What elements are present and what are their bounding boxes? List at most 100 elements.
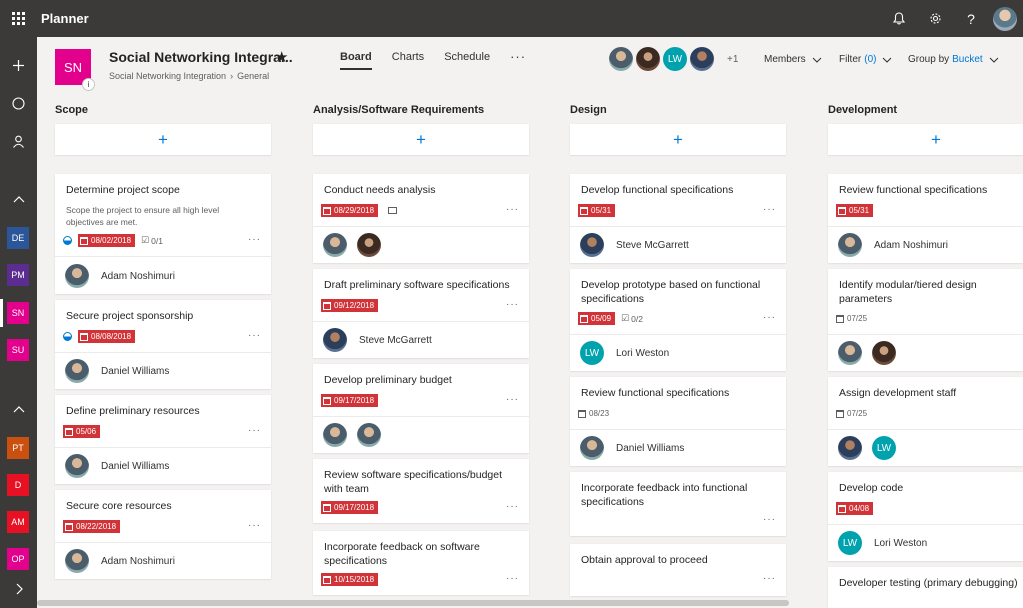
horizontal-scrollbar[interactable] bbox=[37, 600, 789, 606]
avatar[interactable] bbox=[580, 436, 604, 460]
task-card[interactable]: Review functional specifications 05/31 A… bbox=[828, 174, 1023, 263]
more-icon[interactable]: ··· bbox=[510, 49, 526, 70]
tab-charts[interactable]: Charts bbox=[392, 51, 424, 70]
task-card[interactable]: Secure project sponsorship 08/08/2018 ··… bbox=[55, 300, 271, 389]
more-icon[interactable]: ··· bbox=[506, 204, 519, 215]
task-card[interactable]: Identify modular/tiered design parameter… bbox=[828, 269, 1023, 371]
chevron-up-icon[interactable] bbox=[0, 185, 37, 213]
more-icon[interactable]: ··· bbox=[763, 204, 776, 215]
bell-icon[interactable] bbox=[881, 0, 917, 37]
task-card[interactable]: Draft preliminary software specification… bbox=[313, 269, 529, 358]
more-icon[interactable]: ··· bbox=[248, 234, 261, 245]
app-launcher-icon[interactable] bbox=[0, 0, 37, 37]
rail-plan-am[interactable]: AM bbox=[7, 511, 29, 533]
task-card[interactable]: Incorporate feedback on software specifi… bbox=[313, 531, 529, 595]
task-card[interactable]: Assign development staff 07/25 LW bbox=[828, 377, 1023, 466]
rail-plan-su[interactable]: SU bbox=[7, 339, 29, 361]
group-by-dropdown[interactable]: Group by Bucket bbox=[908, 54, 999, 65]
avatar[interactable]: LW bbox=[838, 531, 862, 555]
due-date: 07/25 bbox=[847, 314, 868, 323]
avatar[interactable] bbox=[580, 233, 604, 257]
task-card[interactable]: Develop prototype based on functional sp… bbox=[570, 269, 786, 371]
task-card[interactable]: Developer testing (primary debugging) bbox=[828, 567, 1023, 608]
avatar[interactable] bbox=[323, 233, 347, 257]
help-icon[interactable]: ? bbox=[953, 0, 989, 37]
avatar[interactable] bbox=[323, 328, 347, 352]
add-task-button[interactable]: + bbox=[55, 124, 271, 155]
bucket-title[interactable]: Design bbox=[570, 104, 607, 116]
rail-plan-pm[interactable]: PM bbox=[7, 264, 29, 286]
avatar[interactable] bbox=[690, 47, 714, 71]
add-task-button[interactable]: + bbox=[828, 124, 1023, 155]
task-card[interactable]: Review functional specifications 08/23 D… bbox=[570, 377, 786, 466]
more-icon[interactable]: ··· bbox=[248, 425, 261, 436]
chevron-up-icon[interactable] bbox=[0, 395, 37, 423]
tab-board[interactable]: Board bbox=[340, 51, 372, 70]
task-card[interactable]: Conduct needs analysis 08/29/2018 ··· bbox=[313, 174, 529, 263]
task-card[interactable]: Determine project scope Scope the projec… bbox=[55, 174, 271, 294]
add-task-button[interactable]: + bbox=[570, 124, 786, 155]
avatar[interactable] bbox=[609, 47, 633, 71]
gear-icon[interactable] bbox=[917, 0, 953, 37]
members-dropdown[interactable]: Members bbox=[764, 54, 822, 65]
avatar[interactable] bbox=[65, 454, 89, 478]
progress-icon[interactable] bbox=[63, 236, 72, 245]
more-icon[interactable]: ··· bbox=[506, 573, 519, 584]
bucket-title[interactable]: Development bbox=[828, 104, 897, 116]
progress-icon[interactable] bbox=[63, 332, 72, 341]
task-card[interactable]: Develop preliminary budget 09/17/2018 ··… bbox=[313, 364, 529, 453]
avatar[interactable]: LW bbox=[580, 341, 604, 365]
avatar[interactable] bbox=[636, 47, 660, 71]
chevron-right-icon[interactable] bbox=[0, 575, 37, 603]
avatar[interactable] bbox=[65, 549, 89, 573]
task-title: Review functional specifications bbox=[581, 387, 730, 399]
plan-logo[interactable]: SN i bbox=[55, 49, 95, 91]
avatar[interactable] bbox=[65, 264, 89, 288]
more-icon[interactable]: ··· bbox=[506, 299, 519, 310]
avatar[interactable] bbox=[838, 341, 862, 365]
task-card[interactable]: Incorporate feedback into functional spe… bbox=[570, 472, 786, 536]
extra-members-count[interactable]: +1 bbox=[727, 54, 738, 65]
task-card[interactable]: Develop code 04/08 LW Lori Weston bbox=[828, 472, 1023, 561]
avatar[interactable] bbox=[323, 423, 347, 447]
avatar[interactable] bbox=[65, 359, 89, 383]
task-card[interactable]: Review software specifications/budget wi… bbox=[313, 459, 529, 523]
task-card[interactable]: Define preliminary resources 05/06 ··· D… bbox=[55, 395, 271, 484]
add-icon[interactable] bbox=[0, 51, 37, 79]
filter-dropdown[interactable]: Filter (0) bbox=[839, 54, 892, 65]
rail-plan-pt[interactable]: PT bbox=[7, 437, 29, 459]
info-icon[interactable]: i bbox=[82, 78, 95, 91]
avatar[interactable]: LW bbox=[663, 47, 687, 71]
more-icon[interactable]: ··· bbox=[763, 514, 776, 525]
rail-plan-de[interactable]: DE bbox=[7, 227, 29, 249]
tab-schedule[interactable]: Schedule bbox=[444, 51, 490, 70]
add-task-button[interactable]: + bbox=[313, 124, 529, 155]
task-card[interactable]: Obtain approval to proceed ··· bbox=[570, 544, 786, 596]
star-icon[interactable]: ★ bbox=[275, 48, 288, 66]
task-card[interactable]: Secure core resources 08/22/2018 ··· Ada… bbox=[55, 490, 271, 579]
avatar[interactable] bbox=[838, 233, 862, 257]
more-icon[interactable]: ··· bbox=[506, 501, 519, 512]
more-icon[interactable]: ··· bbox=[763, 573, 776, 584]
bucket-title[interactable]: Scope bbox=[55, 104, 88, 116]
due-date-badge: 08/02/2018 bbox=[78, 234, 136, 247]
avatar[interactable]: LW bbox=[872, 436, 896, 460]
avatar[interactable] bbox=[838, 436, 862, 460]
task-card[interactable]: Develop functional specifications 05/31 … bbox=[570, 174, 786, 263]
rail-plan-sn[interactable]: SN bbox=[7, 302, 29, 324]
bucket-title[interactable]: Analysis/Software Requirements bbox=[313, 104, 484, 116]
user-avatar[interactable] bbox=[993, 6, 1017, 31]
avatar[interactable] bbox=[357, 423, 381, 447]
rail-plan-d[interactable]: D bbox=[7, 474, 29, 496]
person-icon[interactable] bbox=[0, 127, 37, 155]
more-icon[interactable]: ··· bbox=[248, 520, 261, 531]
breadcrumb-plan[interactable]: Social Networking Integration bbox=[109, 71, 226, 81]
rail-plan-op[interactable]: OP bbox=[7, 548, 29, 570]
circle-icon[interactable] bbox=[0, 89, 37, 117]
more-icon[interactable]: ··· bbox=[763, 312, 776, 323]
breadcrumb-group[interactable]: General bbox=[237, 71, 269, 81]
more-icon[interactable]: ··· bbox=[506, 394, 519, 405]
more-icon[interactable]: ··· bbox=[248, 330, 261, 341]
avatar[interactable] bbox=[872, 341, 896, 365]
avatar[interactable] bbox=[357, 233, 381, 257]
